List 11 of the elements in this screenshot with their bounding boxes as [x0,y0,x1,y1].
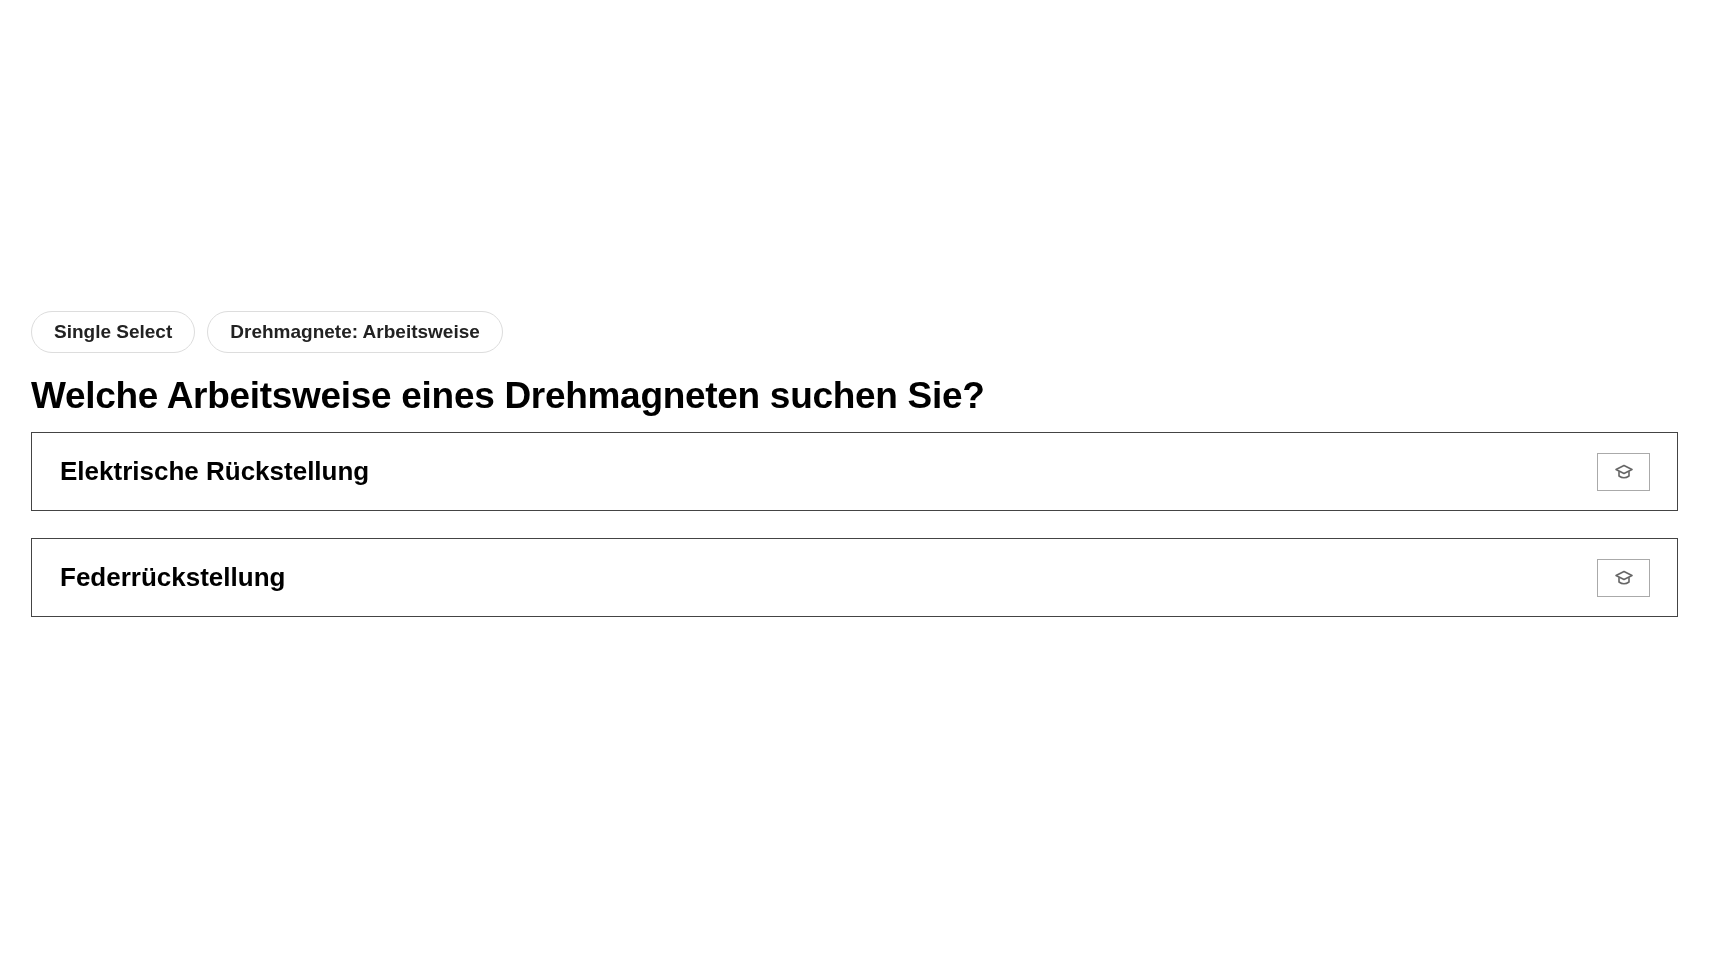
tag: Single Select [31,311,196,353]
answer-option[interactable]: Elektrische Rückstellung [31,432,1678,511]
option-label: Elektrische Rückstellung [60,456,370,487]
graduation-cap-icon [1614,463,1633,480]
question-heading: Welche Arbeitsweise eines Drehmagneten suchen Sie? [31,375,986,417]
answer-option[interactable]: Federrückstellung [31,538,1678,617]
info-button[interactable] [1597,558,1650,597]
graduation-cap-icon [1614,569,1633,586]
info-button[interactable] [1597,452,1650,491]
option-label: Federrückstellung [60,562,286,593]
tag: Drehmagnete: Arbeitsweise [207,311,503,353]
